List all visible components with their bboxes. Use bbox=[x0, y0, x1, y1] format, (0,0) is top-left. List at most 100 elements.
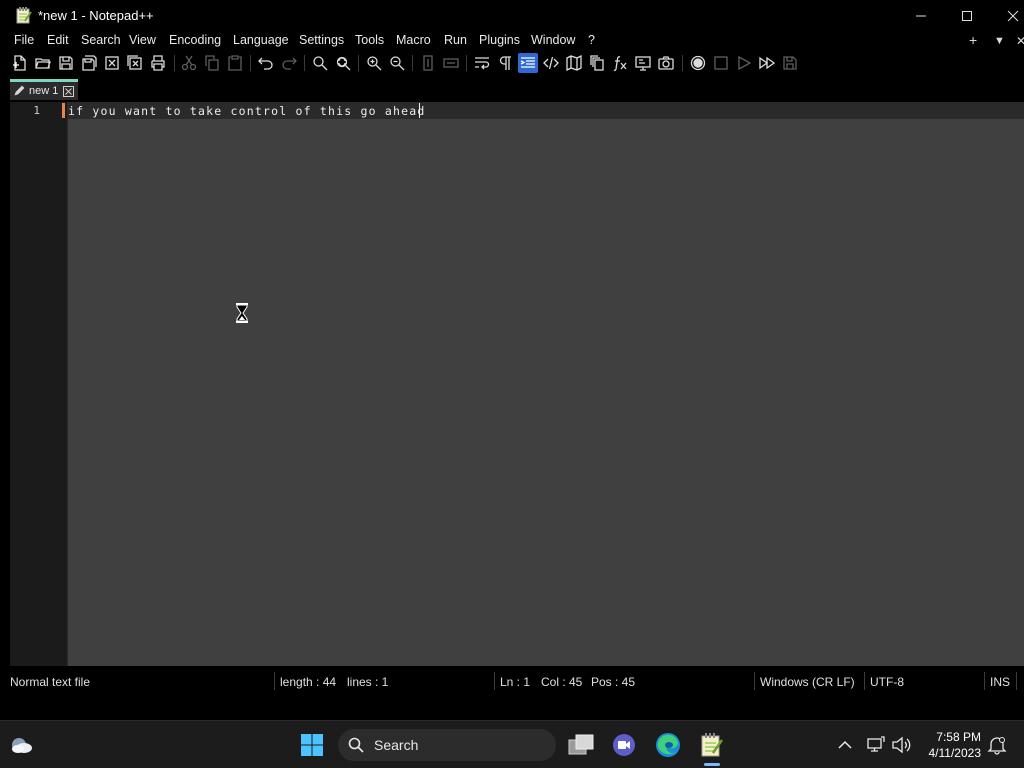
tab-bar: new 1 bbox=[0, 77, 1024, 102]
sync-horizontal-button[interactable] bbox=[441, 53, 461, 73]
monitoring-button[interactable] bbox=[656, 53, 676, 73]
edge-browser-button[interactable] bbox=[654, 731, 682, 759]
volume-button[interactable] bbox=[890, 735, 912, 755]
open-file-button[interactable] bbox=[33, 53, 53, 73]
notepad-plus-plus-taskbar-button[interactable] bbox=[698, 730, 726, 760]
word-wrap-icon bbox=[475, 57, 490, 70]
undo-icon bbox=[258, 57, 273, 70]
print-icon bbox=[151, 55, 165, 71]
find-button[interactable] bbox=[310, 53, 330, 73]
new-file-button[interactable] bbox=[10, 53, 30, 73]
close-file-button[interactable] bbox=[102, 53, 122, 73]
menu-window[interactable]: Window bbox=[531, 33, 575, 47]
taskbar-search-box[interactable]: Search bbox=[338, 729, 556, 761]
start-button[interactable] bbox=[298, 731, 326, 759]
folder-workspace-button[interactable] bbox=[633, 53, 653, 73]
copy-button[interactable] bbox=[202, 53, 222, 73]
save-macro-button[interactable] bbox=[780, 53, 800, 73]
menu-run[interactable]: Run bbox=[444, 33, 467, 47]
menu-macro[interactable]: Macro bbox=[396, 33, 431, 47]
clock-date: 4/11/2023 bbox=[928, 746, 982, 760]
menu-language[interactable]: Language bbox=[233, 33, 289, 47]
replace-icon bbox=[336, 56, 351, 71]
replace-button[interactable] bbox=[333, 53, 353, 73]
network-button[interactable] bbox=[866, 735, 886, 755]
sync-vertical-button[interactable] bbox=[418, 53, 438, 73]
new-tab-button[interactable]: + bbox=[969, 32, 977, 48]
undo-button[interactable] bbox=[256, 53, 276, 73]
document-map-button[interactable] bbox=[564, 53, 584, 73]
close-document-button[interactable]: ✕ bbox=[1016, 34, 1024, 48]
weather-widget[interactable] bbox=[10, 733, 34, 757]
save-all-button[interactable] bbox=[79, 53, 99, 73]
toolbar-separator bbox=[412, 55, 413, 71]
tab-list-button[interactable]: ▼ bbox=[994, 35, 1005, 47]
status-insert-mode[interactable]: INS bbox=[990, 675, 1010, 689]
tab-close-button[interactable] bbox=[63, 86, 74, 97]
zoom-in-button[interactable] bbox=[364, 53, 384, 73]
save-button[interactable] bbox=[56, 53, 76, 73]
run-macro-multiple-button[interactable] bbox=[757, 53, 777, 73]
menu-view[interactable]: View bbox=[129, 33, 156, 47]
word-wrap-button[interactable] bbox=[472, 53, 492, 73]
paste-button[interactable] bbox=[225, 53, 245, 73]
menu-search[interactable]: Search bbox=[81, 33, 121, 47]
show-all-characters-icon bbox=[499, 56, 511, 70]
stop-recording-button[interactable] bbox=[711, 53, 731, 73]
document-list-button[interactable] bbox=[587, 53, 607, 73]
editor-area[interactable]: 1 if you want to take control of this go… bbox=[10, 102, 1024, 666]
playback-macro-button[interactable] bbox=[734, 53, 754, 73]
title-bar: *new 1 - Notepad++ bbox=[0, 0, 1024, 32]
close-all-button[interactable] bbox=[125, 53, 145, 73]
sync-vertical-icon bbox=[423, 55, 433, 71]
document-map-icon bbox=[566, 55, 582, 71]
close-all-icon bbox=[127, 55, 142, 70]
redo-button[interactable] bbox=[279, 53, 299, 73]
menu-file[interactable]: File bbox=[14, 33, 34, 47]
status-separator bbox=[494, 672, 495, 690]
toolbar-separator bbox=[250, 55, 251, 71]
menu-help[interactable]: ? bbox=[588, 33, 595, 47]
task-view-button[interactable] bbox=[567, 731, 595, 759]
paste-icon bbox=[228, 55, 242, 71]
tab-new-1[interactable]: new 1 bbox=[10, 79, 78, 100]
teams-chat-icon bbox=[613, 734, 635, 756]
editor-text[interactable]: if you want to take control of this go a… bbox=[68, 104, 425, 118]
notification-bell-icon bbox=[987, 737, 1007, 755]
hourglass-cursor-icon bbox=[236, 303, 248, 323]
status-encoding[interactable]: UTF-8 bbox=[870, 675, 904, 689]
tab-label: new 1 bbox=[29, 85, 59, 97]
menu-bar: File Edit Search View Encoding Language … bbox=[0, 32, 1024, 51]
notepad-plus-plus-icon bbox=[16, 7, 32, 24]
cut-button[interactable] bbox=[179, 53, 199, 73]
record-macro-icon bbox=[690, 55, 706, 71]
close-window-button[interactable] bbox=[990, 0, 1024, 32]
function-list-button[interactable] bbox=[610, 53, 630, 73]
show-hidden-icons-button[interactable] bbox=[836, 735, 854, 755]
menu-edit[interactable]: Edit bbox=[47, 33, 69, 47]
menu-plugins[interactable]: Plugins bbox=[479, 33, 520, 47]
menu-tools[interactable]: Tools bbox=[355, 33, 384, 47]
status-lines: lines : 1 bbox=[347, 675, 389, 689]
minimize-button[interactable] bbox=[898, 0, 944, 32]
close-icon bbox=[65, 88, 72, 95]
print-button[interactable] bbox=[148, 53, 168, 73]
notification-center-button[interactable] bbox=[986, 734, 1008, 756]
menu-settings[interactable]: Settings bbox=[299, 33, 344, 47]
toolbar-separator bbox=[304, 55, 305, 71]
system-clock[interactable]: 7:58 PM 4/11/2023 bbox=[929, 729, 982, 761]
maximize-button[interactable] bbox=[944, 0, 990, 32]
xml-tag-button[interactable] bbox=[541, 53, 561, 73]
teams-chat-button[interactable] bbox=[610, 731, 638, 759]
indent-guide-button[interactable] bbox=[518, 53, 538, 73]
maximize-icon bbox=[962, 11, 972, 21]
zoom-out-button[interactable] bbox=[387, 53, 407, 73]
show-all-characters-button[interactable] bbox=[495, 53, 515, 73]
new-file-icon bbox=[13, 55, 26, 71]
cut-icon bbox=[181, 55, 197, 71]
menu-encoding[interactable]: Encoding bbox=[169, 33, 221, 47]
status-eol-format[interactable]: Windows (CR LF) bbox=[760, 675, 855, 689]
status-file-type: Normal text file bbox=[10, 675, 91, 689]
record-macro-button[interactable] bbox=[688, 53, 708, 73]
monitoring-icon bbox=[658, 56, 674, 70]
